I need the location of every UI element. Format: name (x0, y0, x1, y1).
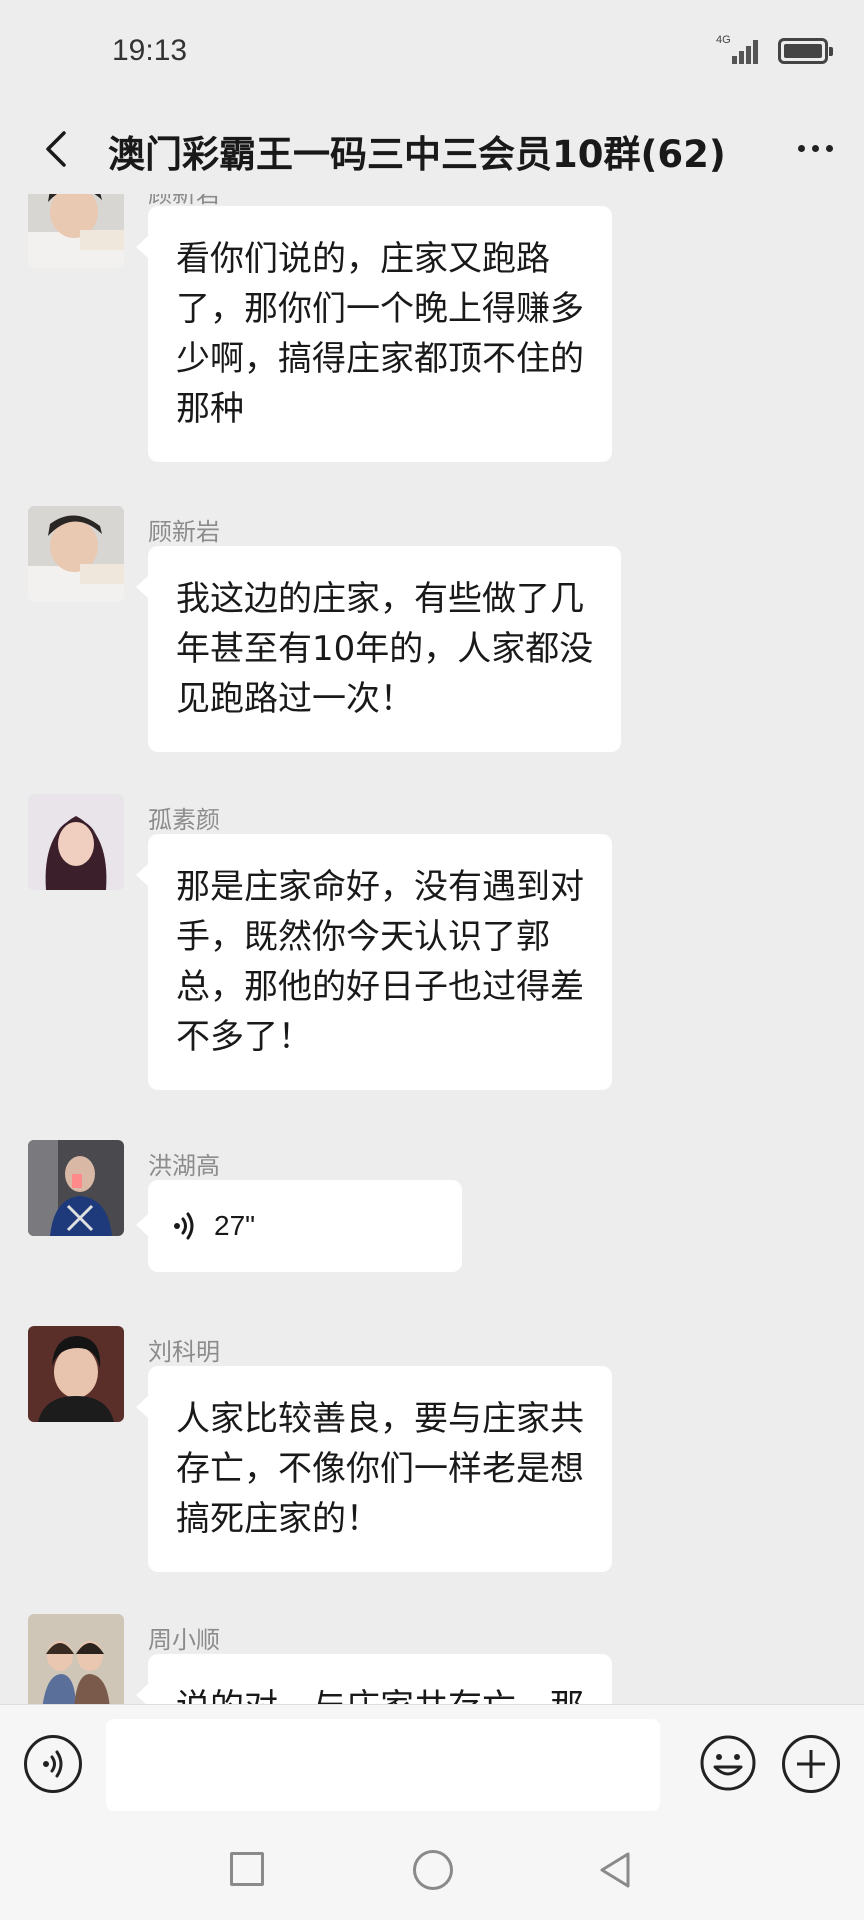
emoji-icon (700, 1735, 756, 1791)
more-dots-icon (797, 144, 805, 152)
status-bar: 19:13 4G (0, 0, 864, 104)
more-button[interactable] (780, 118, 850, 178)
sender-name: 孤素颜 (148, 806, 220, 834)
avatar[interactable] (28, 794, 124, 890)
voice-mode-icon (43, 1750, 63, 1778)
message-bubble[interactable]: 那是庄家命好，没有遇到对 手，既然你今天认识了郭 总，那他的好日子也过得差 不多… (136, 834, 612, 1090)
message-bubble[interactable]: 人家比较善良，要与庄家共 存亡，不像你们一样老是想 搞死庄家的！ (136, 1366, 612, 1572)
network-type-label: 4G (716, 34, 731, 46)
avatar[interactable] (28, 194, 124, 268)
voice-message-bubble[interactable]: 27" (136, 1180, 462, 1272)
message-input[interactable] (106, 1719, 660, 1811)
input-bar (0, 1704, 864, 1824)
signal-icon: 4G (716, 34, 760, 66)
circle-home-icon[interactable] (413, 1850, 453, 1890)
emoji-button[interactable] (698, 1733, 758, 1793)
sender-name: 洪湖高 (148, 1152, 220, 1180)
battery-icon (778, 38, 833, 64)
message-list[interactable]: 顾新岩 看你们说的，庄家又跑路 了，那你们一个晚上得赚多 少啊，搞得庄家都顶不住… (0, 194, 864, 1704)
square-recents-icon[interactable] (230, 1852, 264, 1886)
sender-name: 周小顺 (148, 1626, 220, 1654)
triangle-back-icon[interactable] (596, 1850, 636, 1890)
back-button[interactable] (22, 114, 92, 184)
voice-mode-button[interactable] (24, 1735, 82, 1793)
sender-name: 刘科明 (148, 1338, 220, 1366)
message-bubble[interactable]: 看你们说的，庄家又跑路 了，那你们一个晚上得赚多 少啊，搞得庄家都顶不住的 那种 (136, 206, 612, 462)
chevron-left-icon (46, 131, 66, 167)
avatar[interactable] (28, 1614, 124, 1704)
sender-name: 顾新岩 (148, 518, 220, 546)
message-bubble[interactable]: 我这边的庄家，有些做了几 年甚至有10年的，人家都没 见跑路过一次！ (135, 546, 622, 752)
plus-button[interactable] (782, 1735, 840, 1793)
system-nav-bar (0, 1824, 864, 1920)
avatar[interactable] (28, 1140, 124, 1236)
voice-wave-icon (174, 1212, 194, 1240)
message-bubble[interactable]: 说的对，与庄家共存亡，那 (136, 1654, 612, 1704)
avatar[interactable] (28, 506, 124, 602)
status-time: 19:13 (112, 34, 188, 67)
chat-header: 澳门彩霸王一码三中三会员10群(62) (0, 104, 864, 194)
voice-duration: 27" (214, 1210, 256, 1241)
avatar[interactable] (28, 1326, 124, 1422)
status-icons: 4G (716, 34, 833, 66)
chat-title: 澳门彩霸王一码三中三会员10群(62) (108, 133, 726, 176)
